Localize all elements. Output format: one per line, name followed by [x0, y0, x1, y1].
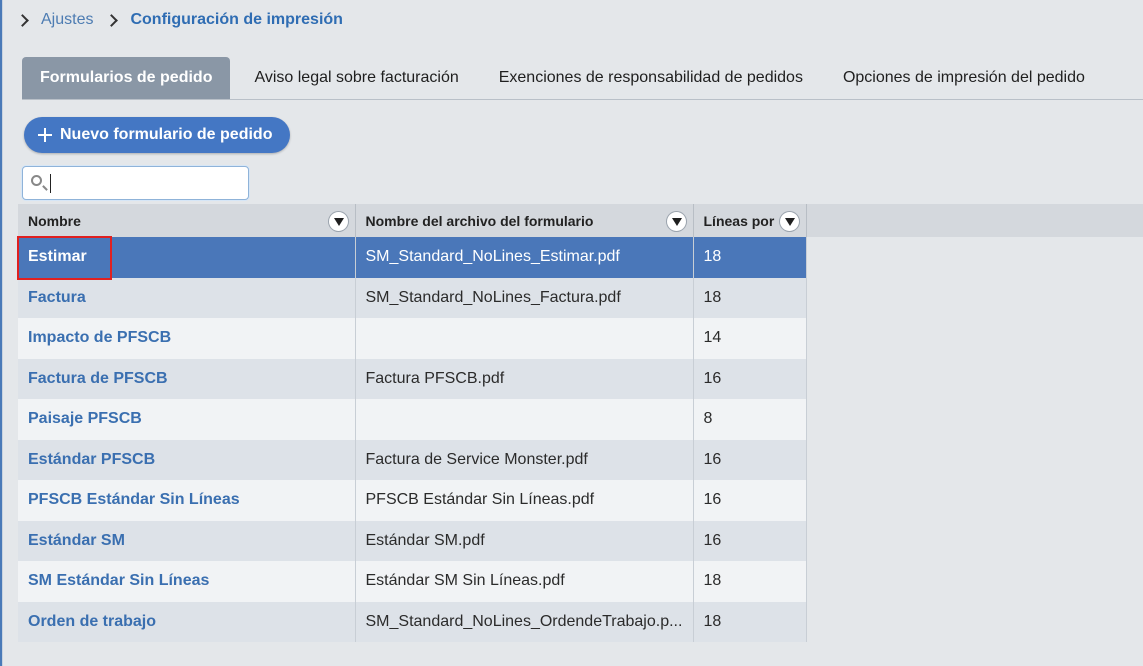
new-order-form-button[interactable]: Nuevo formulario de pedido — [24, 117, 290, 153]
form-file-cell — [355, 399, 694, 440]
tab-formularios-de-pedido[interactable]: Formularios de pedido — [22, 57, 231, 99]
lines-per-page-cell: 16 — [693, 358, 807, 399]
form-name-link[interactable]: Orden de trabajo — [18, 601, 356, 642]
table-row[interactable]: Impacto de PFSCB 14 — [18, 318, 807, 359]
table-header-row: Nombre Nombre del archivo del formulario… — [18, 204, 807, 237]
form-file-cell: Estándar SM Sin Líneas.pdf — [355, 561, 694, 602]
form-name-link[interactable]: Estándar SM — [18, 520, 356, 561]
form-name-link[interactable]: Estándar PFSCB — [18, 439, 356, 480]
form-file-cell: PFSCB Estándar Sin Líneas.pdf — [355, 480, 694, 521]
chevron-right-icon — [105, 13, 119, 27]
table-row[interactable]: Orden de trabajo SM_Standard_NoLines_Ord… — [18, 601, 807, 642]
filter-icon[interactable] — [328, 212, 348, 231]
column-header-nombre[interactable]: Nombre — [18, 204, 356, 237]
filter-icon[interactable] — [779, 212, 799, 231]
table-row[interactable]: Factura de PFSCB Factura PFSCB.pdf 16 — [18, 358, 807, 399]
tab-bar: Formularios de pedido Aviso legal sobre … — [22, 57, 1143, 100]
table-row[interactable]: SM Estándar Sin Líneas Estándar SM Sin L… — [18, 561, 807, 602]
search-icon — [31, 175, 42, 186]
form-file-cell: SM_Standard_NoLines_Estimar.pdf — [355, 237, 694, 278]
table-row[interactable]: Factura SM_Standard_NoLines_Factura.pdf … — [18, 277, 807, 318]
lines-per-page-cell: 8 — [693, 399, 807, 440]
table-row[interactable]: Paisaje PFSCB 8 — [18, 399, 807, 440]
column-header-archivo[interactable]: Nombre del archivo del formulario — [355, 204, 694, 237]
form-name-link[interactable]: PFSCB Estándar Sin Líneas — [18, 480, 356, 521]
form-file-cell — [355, 318, 694, 359]
filter-icon[interactable] — [666, 212, 686, 231]
column-header-label: Líneas por — [703, 212, 775, 229]
lines-per-page-cell: 18 — [693, 601, 807, 642]
form-name-link[interactable]: Paisaje PFSCB — [18, 399, 356, 440]
tab-aviso-legal[interactable]: Aviso legal sobre facturación — [236, 57, 476, 99]
form-file-cell: Factura de Service Monster.pdf — [355, 439, 694, 480]
left-edge-divider — [2, 0, 3, 666]
new-order-form-label: Nuevo formulario de pedido — [60, 126, 273, 143]
column-header-label: Nombre del archivo del formulario — [365, 212, 594, 229]
breadcrumb-ajustes-link[interactable]: Ajustes — [41, 11, 93, 29]
lines-per-page-cell: 14 — [693, 318, 807, 359]
table-row[interactable]: Estimar SM_Standard_NoLines_Estimar.pdf … — [18, 237, 807, 278]
order-forms-table-area: Nombre Nombre del archivo del formulario… — [18, 204, 1143, 666]
form-name-link[interactable]: Estimar — [18, 237, 356, 278]
column-header-label: Nombre — [28, 212, 81, 229]
form-name-link[interactable]: SM Estándar Sin Líneas — [18, 561, 356, 602]
search-input[interactable] — [50, 173, 240, 193]
lines-per-page-cell: 18 — [693, 277, 807, 318]
breadcrumb-current: Configuración de impresión — [130, 11, 343, 28]
tab-opciones-impresion[interactable]: Opciones de impresión del pedido — [825, 57, 1103, 99]
table-body: Estimar SM_Standard_NoLines_Estimar.pdf … — [18, 237, 807, 642]
column-header-lineas[interactable]: Líneas por — [693, 204, 807, 237]
text-caret — [50, 174, 51, 193]
form-file-cell: Factura PFSCB.pdf — [355, 358, 694, 399]
plus-icon — [38, 128, 52, 142]
order-forms-table: Nombre Nombre del archivo del formulario… — [18, 204, 807, 642]
tab-exenciones[interactable]: Exenciones de responsabilidad de pedidos — [481, 57, 821, 99]
form-file-cell: SM_Standard_NoLines_OrdendeTrabajo.p... — [355, 601, 694, 642]
form-name-link[interactable]: Impacto de PFSCB — [18, 318, 356, 359]
lines-per-page-cell: 16 — [693, 439, 807, 480]
table-row[interactable]: Estándar PFSCB Factura de Service Monste… — [18, 439, 807, 480]
lines-per-page-cell: 16 — [693, 480, 807, 521]
table-row[interactable]: PFSCB Estándar Sin Líneas PFSCB Estándar… — [18, 480, 807, 521]
lines-per-page-cell: 16 — [693, 520, 807, 561]
form-name-link[interactable]: Factura — [18, 277, 356, 318]
lines-per-page-cell: 18 — [693, 237, 807, 278]
table-row[interactable]: Estándar SM Estándar SM.pdf 16 — [18, 520, 807, 561]
form-file-cell: Estándar SM.pdf — [355, 520, 694, 561]
form-file-cell: SM_Standard_NoLines_Factura.pdf — [355, 277, 694, 318]
search-box[interactable] — [22, 166, 249, 200]
form-name-link[interactable]: Factura de PFSCB — [18, 358, 356, 399]
breadcrumb: Ajustes Configuración de impresión — [16, 8, 343, 32]
lines-per-page-cell: 18 — [693, 561, 807, 602]
chevron-right-icon — [16, 13, 29, 27]
